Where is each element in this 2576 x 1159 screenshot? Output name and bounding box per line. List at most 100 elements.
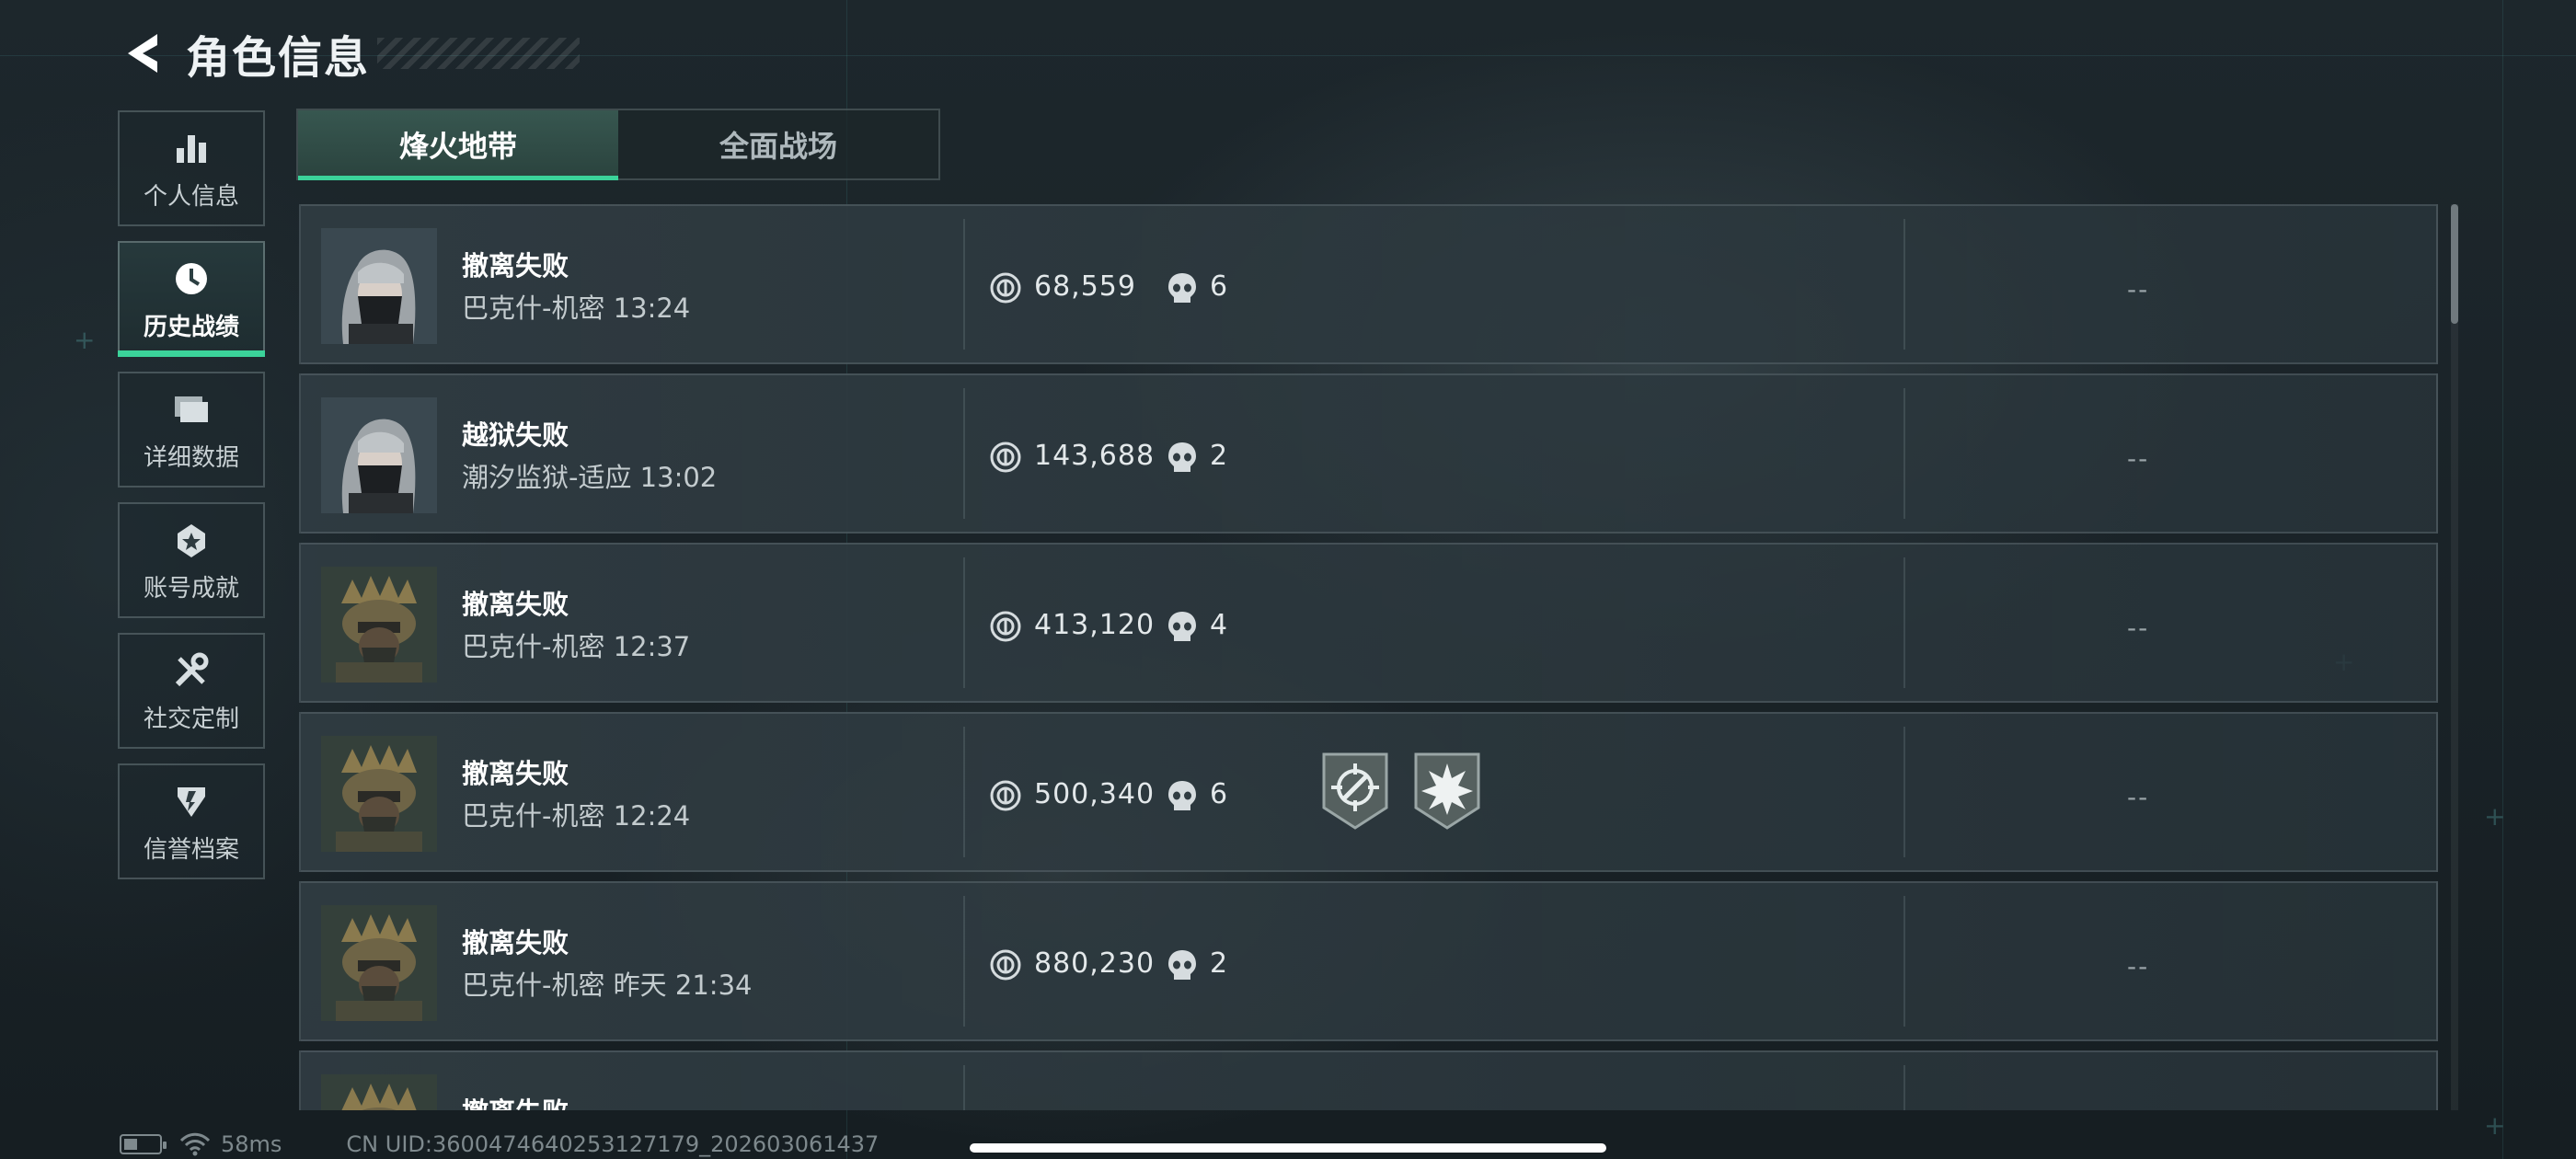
sidebar-nav: 个人信息 历史战绩 详细数据 账号成就 社交定制 信誉档案 [118,110,265,894]
hud-line [2502,0,2503,1159]
back-button[interactable] [120,28,166,79]
divider [1903,727,1905,857]
match-row[interactable]: 撤离失败 [299,1050,2438,1110]
match-map-time: 巴克什-机密 13:24 [462,293,691,324]
divider [963,219,965,350]
skull-icon [1168,612,1196,641]
operator-avatar [321,1074,437,1110]
sidebar-item-label: 详细数据 [143,443,239,472]
divider [963,557,965,688]
match-result: 撤离失败 [462,758,569,789]
match-rank: -- [2127,274,2150,304]
match-value: 68,559 [1034,270,1136,303]
coin-icon [990,780,1021,811]
tab-firezone[interactable]: 烽火地带 [298,110,618,180]
home-indicator[interactable] [970,1143,1606,1153]
sidebar-item-label: 社交定制 [143,705,239,733]
divider [1903,388,1905,519]
coin-icon [990,272,1021,304]
match-row[interactable]: 撤离失败 巴克什-机密 昨天 21:34 880,230 2 -- [299,881,2438,1041]
match-value: 413,120 [1034,609,1156,641]
divider [963,388,965,519]
sidebar-item-match-history[interactable]: 历史战绩 [118,241,265,357]
shield-icon [169,779,213,823]
coin-icon [990,949,1021,981]
coin-icon [990,611,1021,642]
crosshair-decoration-icon: + [2484,801,2506,832]
crosshair-decoration-icon: + [2484,1110,2506,1141]
sidebar-item-reputation[interactable]: 信誉档案 [118,763,265,879]
sidebar-item-label: 个人信息 [143,182,239,211]
match-kills: 6 [1210,778,1228,810]
match-row[interactable]: 越狱失败 潮汐监狱-适应 13:02 143,688 2 -- [299,373,2438,534]
match-rank: -- [2127,613,2150,643]
page-header: 角色信息 [120,26,581,84]
tools-icon [169,648,213,693]
status-bar: 58ms CN UID:3600474640253127179_20260306… [120,1130,879,1158]
match-row[interactable]: 撤离失败 巴克什-机密 12:37 413,120 4 -- [299,543,2438,703]
match-map-time: 巴克什-机密 昨天 21:34 [462,970,753,1001]
divider [1903,1065,1905,1110]
divider [1903,219,1905,350]
divider [963,896,965,1027]
operator-avatar [321,567,437,683]
sidebar-item-label: 信誉档案 [143,835,239,864]
divider [1903,896,1905,1027]
match-result: 撤离失败 [462,1091,569,1110]
match-kills: 6 [1210,270,1228,303]
skull-icon [1168,273,1196,303]
match-value: 880,230 [1034,947,1156,980]
sidebar-item-label: 账号成就 [143,574,239,602]
crosshair-badge-icon[interactable] [1320,751,1390,832]
match-row[interactable]: 撤离失败 巴克什-机密 13:24 68,559 6 -- [299,204,2438,364]
uid-text: CN UID:3600474640253127179_202603061437 [346,1131,880,1157]
match-result: 撤离失败 [462,589,569,620]
match-result: 越狱失败 [462,419,569,451]
operator-avatar [321,397,437,513]
tab-full-battlefield[interactable]: 全面战场 [618,110,938,178]
ping-value: 58ms [221,1131,282,1157]
chevron-left-icon [128,34,157,73]
match-rank: -- [2127,443,2150,474]
match-result: 撤离失败 [462,250,569,281]
match-value: 143,688 [1034,440,1156,472]
explosion-badge-icon[interactable] [1412,751,1482,832]
match-map-time: 巴克什-机密 12:37 [462,631,691,662]
list-scrollbar[interactable] [2451,204,2458,1110]
title-decoration [377,38,581,69]
divider [1903,557,1905,688]
sidebar-item-detailed-data[interactable]: 详细数据 [118,372,265,488]
mode-tabs: 烽火地带 全面战场 [296,109,940,180]
operator-avatar [321,228,437,344]
skull-icon [1168,950,1196,980]
match-result: 撤离失败 [462,927,569,958]
divider [963,1065,965,1110]
sidebar-item-personal-info[interactable]: 个人信息 [118,110,265,226]
match-kills: 2 [1210,440,1228,472]
match-history-list: 撤离失败 巴克什-机密 13:24 68,559 6 -- 越狱失败 潮汐监狱-… [299,204,2438,1110]
match-value: 500,340 [1034,778,1156,810]
divider [963,727,965,857]
skull-icon [1168,781,1196,810]
match-rank: -- [2127,782,2150,812]
battery-icon [120,1134,167,1154]
skull-icon [1168,442,1196,472]
match-kills: 2 [1210,947,1228,980]
sidebar-item-social-custom[interactable]: 社交定制 [118,633,265,749]
sidebar-item-achievements[interactable]: 账号成就 [118,502,265,618]
sidebar-item-label: 历史战绩 [143,313,239,341]
medal-icon [169,518,213,562]
wifi-icon [179,1132,211,1156]
bar-chart-icon [169,126,213,170]
crosshair-decoration-icon: + [74,325,96,355]
match-map-time: 巴克什-机密 12:24 [462,800,691,832]
match-rank: -- [2127,951,2150,981]
history-clock-icon [169,257,213,301]
match-row[interactable]: 撤离失败 巴克什-机密 12:24 500,340 6 -- [299,712,2438,872]
operator-avatar [321,905,437,1021]
folders-icon [169,387,213,431]
operator-avatar [321,736,437,852]
coin-icon [990,442,1021,473]
page-title: 角色信息 [186,32,371,84]
scrollbar-thumb[interactable] [2451,204,2458,324]
